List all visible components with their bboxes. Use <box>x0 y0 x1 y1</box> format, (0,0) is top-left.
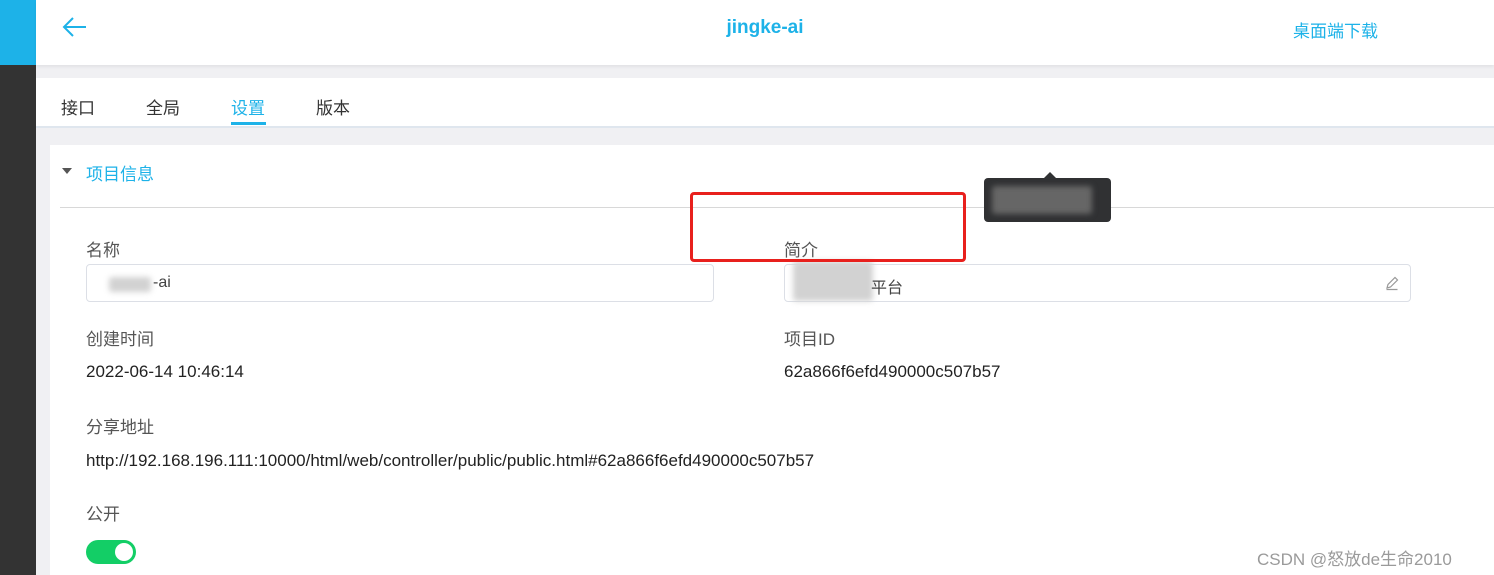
tab-bar: 接口 全局 设置 版本 <box>36 78 1494 128</box>
tab-version[interactable]: 版本 <box>316 94 350 119</box>
caret-down-icon <box>62 168 72 174</box>
name-input[interactable]: -ai <box>86 264 714 302</box>
left-sidebar <box>0 0 36 575</box>
project-id-label: 项目ID <box>784 330 835 349</box>
redacted-tooltip-text <box>992 186 1092 214</box>
name-input-value: -ai <box>153 274 171 291</box>
toggle-knob <box>115 543 133 561</box>
active-tab-indicator <box>231 122 266 125</box>
project-id-value: 62a866f6efd490000c507b57 <box>784 362 1001 381</box>
sidebar-accent <box>0 0 36 65</box>
app-title: jingke-ai <box>726 17 804 38</box>
created-time-label: 创建时间 <box>86 330 154 349</box>
share-url-value: http://192.168.196.111:10000/html/web/co… <box>86 451 815 470</box>
redacted-text <box>109 277 151 292</box>
redacted-text <box>793 261 873 301</box>
top-bar: jingke-ai 桌面端下载 <box>36 0 1494 65</box>
tooltip <box>984 172 1111 222</box>
public-toggle[interactable] <box>86 540 136 564</box>
tab-settings[interactable]: 设置 <box>231 94 265 119</box>
intro-input[interactable]: 平台 <box>784 261 1411 302</box>
public-label: 公开 <box>86 505 120 524</box>
intro-input-value: 平台 <box>871 280 904 297</box>
created-time-value: 2022-06-14 10:46:14 <box>86 362 244 381</box>
highlight-annotation <box>690 192 966 262</box>
desktop-download-link[interactable]: 桌面端下载 <box>1293 17 1378 42</box>
section-title: 项目信息 <box>86 165 154 184</box>
edit-pencil-icon[interactable] <box>1384 275 1400 291</box>
name-label: 名称 <box>86 241 120 260</box>
tab-global[interactable]: 全局 <box>146 94 180 119</box>
watermark: CSDN @怒放de生命2010 <box>1257 550 1452 569</box>
share-url-label: 分享地址 <box>86 418 154 437</box>
tab-interfaces[interactable]: 接口 <box>61 94 95 119</box>
